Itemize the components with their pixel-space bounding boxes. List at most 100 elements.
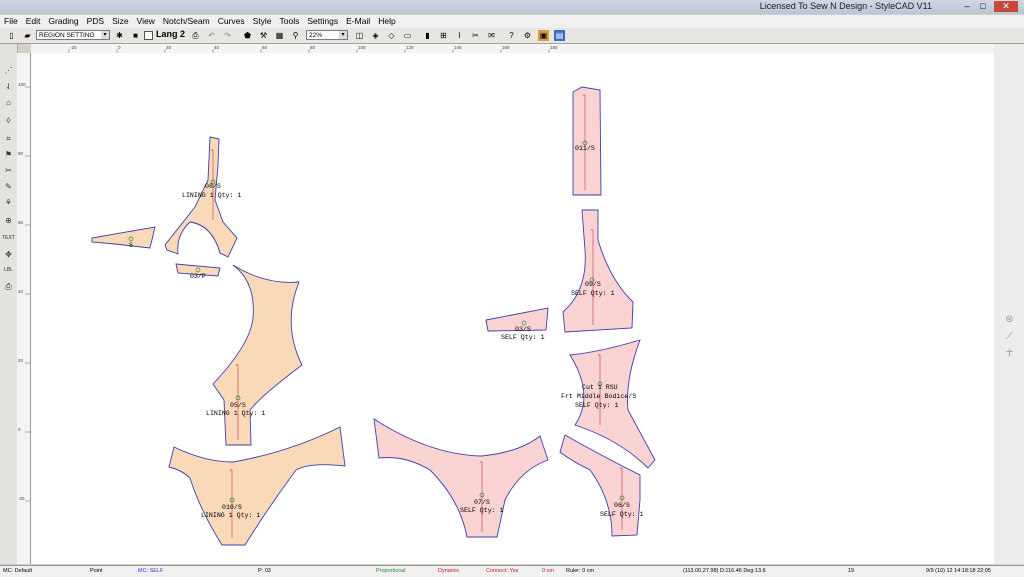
menu-curves[interactable]: Curves xyxy=(214,15,249,28)
new-file-icon[interactable]: ▯ xyxy=(6,30,17,41)
pattern-piece-04[interactable]: 05/S LINING 1 Qty: 1 xyxy=(206,264,303,446)
pattern-piece-03[interactable]: 03/P xyxy=(175,263,221,280)
piece-04-label-2: LINING 1 Qty: 1 xyxy=(206,410,265,417)
pattern-piece-02[interactable]: S xyxy=(91,226,156,249)
menu-view[interactable]: View xyxy=(133,15,159,28)
mirror-icon[interactable]: ◈ xyxy=(370,30,381,41)
ruler-tool-icon[interactable]: ⌗ xyxy=(2,132,15,145)
piece-tool-icon[interactable]: ◊ xyxy=(2,114,15,127)
color-icon[interactable]: ▣ xyxy=(538,30,549,41)
measure-icon[interactable]: ⌇ xyxy=(454,30,465,41)
h-ruler-label: -20 xyxy=(70,45,77,50)
print-icon[interactable]: ⎙ xyxy=(190,30,201,41)
wand-icon[interactable]: ⟋ xyxy=(1003,331,1016,344)
lang-checkbox[interactable] xyxy=(144,31,153,40)
car-icon[interactable]: ▭ xyxy=(402,30,413,41)
layout-icon[interactable]: ▤ xyxy=(554,30,565,41)
h-ruler-label: 0 xyxy=(118,45,121,50)
piece-08-label-2: SELF Qty: 1 xyxy=(501,334,545,341)
help-icon[interactable]: ? xyxy=(506,30,517,41)
pin-tool-icon[interactable]: ⚘ xyxy=(2,196,15,209)
piece-08-label-1: 03/S xyxy=(515,326,531,333)
piece-07-label-2: SELF Qty: 1 xyxy=(571,290,615,297)
drawing-canvas[interactable]: S 08/S LINING 1 Qty: 1 03/P 05/S LINING … xyxy=(31,53,994,564)
h-ruler-label: 180 xyxy=(550,45,558,50)
h-ruler-label: 20 xyxy=(166,45,172,50)
status-piece: P: 03 xyxy=(258,568,271,574)
zoom-select[interactable]: 22% ▾ xyxy=(306,30,348,40)
lock-icon[interactable]: ▮ xyxy=(422,30,433,41)
flip-icon[interactable]: ◇ xyxy=(386,30,397,41)
piece-icon[interactable]: ⬟ xyxy=(242,30,253,41)
pattern-piece-01[interactable]: 08/S LINING 1 Qty: 1 xyxy=(164,136,241,258)
settings-icon[interactable]: ⚙ xyxy=(522,30,533,41)
snap-icon[interactable]: ⊛ xyxy=(1003,314,1016,327)
v-ruler-label: 60 xyxy=(18,220,24,225)
minimize-button[interactable]: – xyxy=(960,1,974,12)
v-ruler-label: 80 xyxy=(18,151,24,156)
zoom-icon[interactable]: ⚲ xyxy=(290,30,301,41)
pattern-piece-10[interactable]: 07/S SELF Qty: 1 xyxy=(373,418,549,538)
stamp-icon[interactable]: ⊞ xyxy=(438,30,449,41)
scissor-tool-icon[interactable]: ✂ xyxy=(2,164,15,177)
chevron-down-icon: ▾ xyxy=(339,31,347,39)
text-tool-icon[interactable]: TEXT xyxy=(2,232,15,245)
region-select[interactable]: REGION SETTING ▾ xyxy=(36,30,110,40)
region-tool-icon[interactable]: ✱ xyxy=(114,30,125,41)
open-folder-icon[interactable]: ▰ xyxy=(22,30,33,41)
v-ruler-label: 100 xyxy=(18,82,26,87)
pattern-piece-06[interactable]: 011/S xyxy=(572,86,602,196)
undo-icon[interactable]: ↶ xyxy=(206,30,217,41)
window-title: Licensed To Sew N Design - StyleCAD V11 xyxy=(759,1,932,11)
pencil-tool-icon[interactable]: ✎ xyxy=(2,180,15,193)
grid-icon[interactable]: ▦ xyxy=(274,30,285,41)
left-toolbar: ⋰ ⇃ ⌂ ◊ ⌗ ⚑ ✂ ✎ ⚘ ⊕ TEXT ✥ LBL ⎙ xyxy=(0,44,18,564)
chevron-down-icon: ▾ xyxy=(101,31,109,39)
menu-style[interactable]: Style xyxy=(249,15,276,28)
maximize-button[interactable]: □ xyxy=(976,1,990,12)
lang-label: Lang 2 xyxy=(156,29,186,39)
hammer-icon[interactable]: ⚒ xyxy=(258,30,269,41)
person-icon[interactable]: ☥ xyxy=(1003,348,1016,361)
toolbar: ▯ ▰ REGION SETTING ▾ ✱ ■ Lang 2 ⎙ ↶ ↷ ⬟ … xyxy=(0,28,1024,44)
status-dynamic: Dynamic xyxy=(438,568,460,574)
status-connect: Connect: Yes xyxy=(486,568,519,574)
menu-pds[interactable]: PDS xyxy=(83,15,108,28)
save-icon[interactable]: ■ xyxy=(130,30,141,41)
redo-icon[interactable]: ↷ xyxy=(222,30,233,41)
menu-tools[interactable]: Tools xyxy=(276,15,304,28)
grade-tool-icon[interactable]: ⊕ xyxy=(2,214,15,227)
menu-file[interactable]: File xyxy=(0,15,22,28)
pattern-piece-05[interactable]: 010/S LINING 1 Qty: 1 xyxy=(168,426,346,546)
pointer-icon[interactable]: ⋰ xyxy=(2,64,15,77)
notch-tool-icon[interactable]: ⚑ xyxy=(2,148,15,161)
menu-help[interactable]: Help xyxy=(374,15,399,28)
menu-grading[interactable]: Grading xyxy=(44,15,82,28)
menu-edit[interactable]: Edit xyxy=(22,15,45,28)
menu-notch-seam[interactable]: Notch/Seam xyxy=(159,15,214,28)
piece-01-label-2: LINING 1 Qty: 1 xyxy=(182,192,241,199)
h-ruler-label: 100 xyxy=(358,45,366,50)
h-ruler-label: 120 xyxy=(406,45,414,50)
status-ruler: Ruler: 0 cm xyxy=(566,568,595,574)
move-tool-icon[interactable]: ✥ xyxy=(2,248,15,261)
print-tool-icon[interactable]: ⎙ xyxy=(2,280,15,293)
line-icon[interactable]: ⇃ xyxy=(2,80,15,93)
menu-email[interactable]: E-Mail xyxy=(342,15,374,28)
piece-02-label: S xyxy=(129,242,133,249)
status-point: Point xyxy=(90,568,103,574)
pattern-piece-08[interactable]: 03/S SELF Qty: 1 xyxy=(485,307,549,341)
label-tool-icon[interactable]: LBL xyxy=(2,264,15,277)
menu-settings[interactable]: Settings xyxy=(303,15,342,28)
pattern-piece-07[interactable]: 09/S SELF Qty: 1 xyxy=(562,209,634,333)
split-icon[interactable]: ◫ xyxy=(354,30,365,41)
piece-06-label: 011/S xyxy=(575,145,595,152)
status-unit: 0 cm xyxy=(542,568,554,574)
building-icon[interactable]: ⌂ xyxy=(2,96,15,109)
cut-icon[interactable]: ✂ xyxy=(470,30,481,41)
menu-size[interactable]: Size xyxy=(108,15,133,28)
status-proportional: Proportional xyxy=(376,568,406,574)
email-icon[interactable]: ✉ xyxy=(486,30,497,41)
v-ruler-label: 0 xyxy=(18,427,21,432)
close-button[interactable]: ✕ xyxy=(994,1,1018,12)
